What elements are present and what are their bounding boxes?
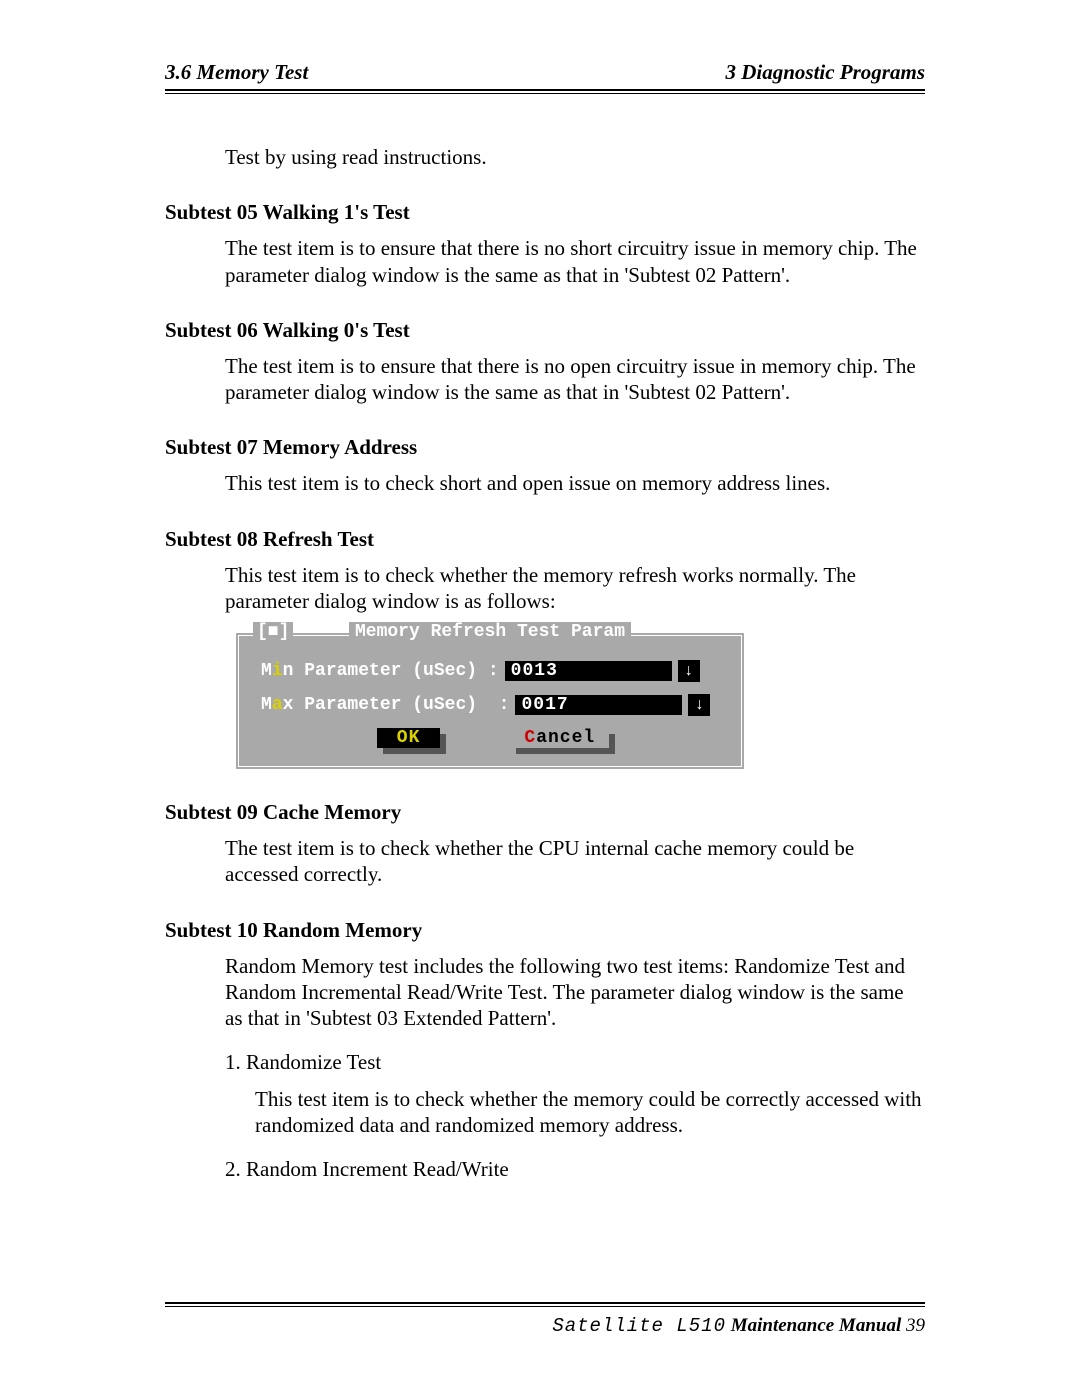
subtest-09-title: Subtest 09 Cache Memory	[165, 800, 925, 825]
min-param-input[interactable]: 0013	[505, 661, 672, 681]
ok-button[interactable]: OK	[377, 728, 441, 748]
min-param-label: Min Parameter (uSec) :	[261, 661, 499, 681]
subtest-10-item2-label: 2. Random Increment Read/Write	[225, 1156, 925, 1182]
footer-model: Satellite L510	[552, 1315, 726, 1337]
header-rule-thin	[165, 93, 925, 94]
page-header: 3.6 Memory Test 3 Diagnostic Programs	[165, 60, 925, 87]
subtest-08-title: Subtest 08 Refresh Test	[165, 527, 925, 552]
subtest-10-body: Random Memory test includes the followin…	[225, 953, 925, 1032]
max-param-stepper-down-icon[interactable]: ↓	[688, 694, 710, 716]
max-param-label: Max Parameter (uSec) :	[261, 695, 509, 715]
max-param-input[interactable]: 0017	[515, 695, 682, 715]
dialog-title: Memory Refresh Test Param	[239, 622, 741, 642]
intro-text: Test by using read instructions.	[225, 144, 925, 170]
memory-refresh-dialog: [■] Memory Refresh Test Param Min Parame…	[235, 632, 745, 770]
min-param-stepper-down-icon[interactable]: ↓	[678, 660, 700, 682]
subtest-05-title: Subtest 05 Walking 1's Test	[165, 200, 925, 225]
subtest-10-item1-label: 1. Randomize Test	[225, 1049, 925, 1075]
max-param-row: Max Parameter (uSec) : 0017 ↓	[261, 694, 725, 716]
subtest-09-body: The test item is to check whether the CP…	[225, 835, 925, 888]
subtest-10-item1-body: This test item is to check whether the m…	[255, 1086, 925, 1139]
subtest-05-body: The test item is to ensure that there is…	[225, 235, 925, 288]
footer-rule-thick	[165, 1302, 925, 1304]
header-right: 3 Diagnostic Programs	[725, 60, 925, 85]
subtest-06-body: The test item is to ensure that there is…	[225, 353, 925, 406]
min-param-row: Min Parameter (uSec) : 0013 ↓	[261, 660, 725, 682]
page-footer: Satellite L510 Maintenance Manual 39	[165, 1300, 925, 1337]
dialog-body: Min Parameter (uSec) : 0013 ↓ Max Parame…	[239, 636, 741, 766]
header-left: 3.6 Memory Test	[165, 60, 308, 85]
header-rule-thick	[165, 89, 925, 91]
footer-text: Satellite L510 Maintenance Manual 39	[165, 1315, 925, 1337]
dialog-screenshot: [■] Memory Refresh Test Param Min Parame…	[235, 632, 925, 770]
footer-manual: Maintenance Manual	[726, 1315, 901, 1336]
subtest-10-title: Subtest 10 Random Memory	[165, 918, 925, 943]
subtest-08-body: This test item is to check whether the m…	[225, 562, 925, 615]
subtest-06-title: Subtest 06 Walking 0's Test	[165, 318, 925, 343]
footer-rule-thin	[165, 1306, 925, 1307]
subtest-07-title: Subtest 07 Memory Address	[165, 435, 925, 460]
dialog-button-row: OK Cancel	[261, 728, 725, 756]
cancel-button[interactable]: Cancel	[510, 728, 609, 748]
document-page: 3.6 Memory Test 3 Diagnostic Programs Te…	[0, 0, 1080, 1397]
footer-page-number: 39	[901, 1315, 925, 1336]
subtest-07-body: This test item is to check short and ope…	[225, 470, 925, 496]
